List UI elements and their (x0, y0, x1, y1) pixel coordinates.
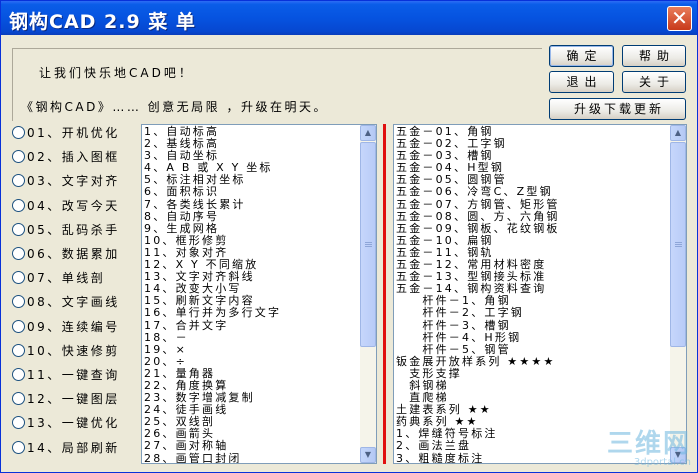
right-listbox[interactable]: 五金－01、角钢 五金－02、工字钢 五金－03、槽钢 五金－04、H型钢 五金－05、… (393, 124, 687, 464)
radio-label: 02、插入图框 (27, 150, 120, 165)
scroll-down-icon[interactable]: ▼ (360, 447, 376, 463)
close-button[interactable]: ✕ (667, 6, 692, 31)
list-item[interactable]: 27、画对称轴 (144, 440, 359, 452)
radio-circle-icon[interactable] (12, 174, 25, 188)
radio-circle-icon[interactable] (12, 271, 25, 285)
list-item[interactable]: 18、－ (144, 331, 359, 344)
watermark-title: 三维网 (606, 429, 691, 459)
radio-option[interactable]: 09、连续编号 (12, 316, 137, 336)
radio-circle-icon[interactable] (12, 392, 25, 406)
list-item[interactable]: 6、面积标识 (144, 186, 359, 198)
list-item[interactable]: 19、× (144, 343, 359, 356)
red-divider (383, 124, 386, 464)
list-item[interactable]: 杆件－4、H形钢 (396, 331, 669, 344)
radio-label: 09、连续编号 (27, 319, 120, 334)
list-item[interactable]: 28、画管口封闭 (144, 452, 359, 463)
radio-option[interactable]: 06、数据累加 (12, 243, 137, 263)
message-line-2: 《钢构CAD》…… 创意无局限 ，升级在明天。 (21, 100, 328, 114)
radio-circle-icon[interactable] (12, 440, 25, 454)
radio-label: 01、开机优化 (27, 126, 120, 140)
message-line-1: 让我们快乐地CAD吧！ (39, 66, 194, 80)
radio-option[interactable]: 08、文字画线 (12, 291, 137, 311)
radio-label: 13、一键优化 (27, 416, 120, 431)
list-item[interactable]: 7、各类线长累计 (144, 198, 359, 211)
radio-option[interactable]: 02、插入图框 (12, 146, 137, 166)
list-item[interactable]: 杆件－5、钢管 (396, 343, 669, 356)
scroll-up-icon[interactable]: ▲ (670, 125, 686, 141)
list-item[interactable]: 五金－07、方钢管、矩形管 (396, 198, 669, 211)
radio-label: 14、局部刷新 (27, 440, 120, 455)
radio-label: 12、一键图层 (27, 392, 120, 407)
left-scrollbar[interactable]: ▲ ▼ (360, 125, 376, 463)
grip-line (365, 244, 372, 245)
radio-option[interactable]: 03、文字对齐 (12, 170, 137, 190)
radio-option[interactable]: 01、开机优化 (12, 122, 137, 142)
list-item[interactable]: 五金－06、冷弯C、Z型钢 (396, 186, 669, 198)
radio-label: 08、文字画线 (27, 295, 120, 310)
radio-label: 07、单线剖 (27, 271, 106, 286)
radio-circle-icon[interactable] (12, 150, 25, 164)
ok-button[interactable]: 确定 (549, 45, 614, 67)
right-scrollbar[interactable]: ▲ ▼ (670, 125, 686, 463)
radio-option[interactable]: 14、局部刷新 (12, 437, 137, 457)
list-item[interactable]: 杆件－3、槽钢 (396, 319, 669, 332)
list-item[interactable]: 8、自动序号 (144, 210, 359, 223)
radio-option[interactable]: 13、一键优化 (12, 412, 137, 432)
about-button[interactable]: 关于 (622, 71, 686, 93)
scroll-up-icon[interactable]: ▲ (360, 125, 376, 141)
message-panel: 让我们快乐地CAD吧！ 《钢构CAD》…… 创意无局限 ，升级在明天。 (12, 48, 542, 121)
grip-line (675, 242, 682, 243)
radio-circle-icon[interactable] (12, 247, 25, 260)
radio-circle-icon[interactable] (12, 126, 25, 139)
scroll-thumb[interactable] (360, 142, 376, 347)
radio-option[interactable]: 11、一键查询 (12, 364, 137, 384)
radio-label: 06、数据累加 (27, 247, 120, 261)
list-item[interactable]: 17、合并文字 (144, 319, 359, 332)
watermark-logo: 三维网 3dportal.cn (607, 431, 691, 468)
radio-option[interactable]: 04、改写今天 (12, 195, 137, 215)
radio-circle-icon[interactable] (12, 295, 25, 309)
update-button[interactable]: 升级下载更新 (549, 98, 686, 120)
title-bar[interactable]: 钢构CAD 2.9 菜 单 ✕ (1, 1, 697, 35)
radio-option[interactable]: 12、一键图层 (12, 388, 137, 408)
radio-circle-icon[interactable] (12, 343, 25, 357)
radio-circle-icon[interactable] (12, 222, 25, 236)
list-item[interactable]: 杆件－2、工字钢 (396, 307, 669, 319)
radio-option[interactable]: 05、乱码杀手 (12, 219, 137, 239)
radio-circle-icon[interactable] (12, 368, 25, 381)
grip-line (675, 246, 682, 247)
radio-label: 11、一键查询 (27, 368, 120, 382)
list-item[interactable]: 五金－08、圆、方、六角钢 (396, 210, 669, 223)
scroll-thumb[interactable] (670, 142, 686, 347)
window-title: 钢构CAD 2.9 菜 单 (9, 11, 196, 33)
radio-label: 05、乱码杀手 (27, 222, 120, 237)
radio-circle-icon[interactable] (12, 319, 25, 333)
radio-circle-icon[interactable] (12, 416, 25, 430)
right-list-items: 五金－01、角钢 五金－02、工字钢 五金－03、槽钢 五金－04、H型钢 五金－05、… (396, 125, 669, 463)
app-window: 钢构CAD 2.9 菜 单 ✕ 让我们快乐地CAD吧！ 《钢构CAD》…… 创意… (0, 0, 698, 473)
grip-line (365, 242, 372, 243)
radio-label: 04、改写今天 (27, 198, 120, 213)
radio-label: 10、快速修剪 (27, 343, 120, 358)
left-list-items: 1、自动标高 2、基线标高 3、自动坐标 4、A B 或 X Y 坐标 5、标注相对坐标… (144, 125, 359, 463)
radio-option[interactable]: 07、单线剖 (12, 267, 137, 287)
grip-line (365, 246, 372, 247)
grip-line (675, 244, 682, 245)
radio-option[interactable]: 10、快速修剪 (12, 340, 137, 360)
radio-label: 03、文字对齐 (27, 174, 120, 189)
help-button[interactable]: 帮助 (622, 45, 686, 67)
list-item[interactable]: 16、单行并为多行文字 (144, 307, 359, 319)
exit-button[interactable]: 退出 (549, 71, 614, 93)
left-listbox[interactable]: 1、自动标高 2、基线标高 3、自动坐标 4、A B 或 X Y 坐标 5、标注相对坐标… (141, 124, 377, 464)
radio-circle-icon[interactable] (12, 198, 25, 212)
